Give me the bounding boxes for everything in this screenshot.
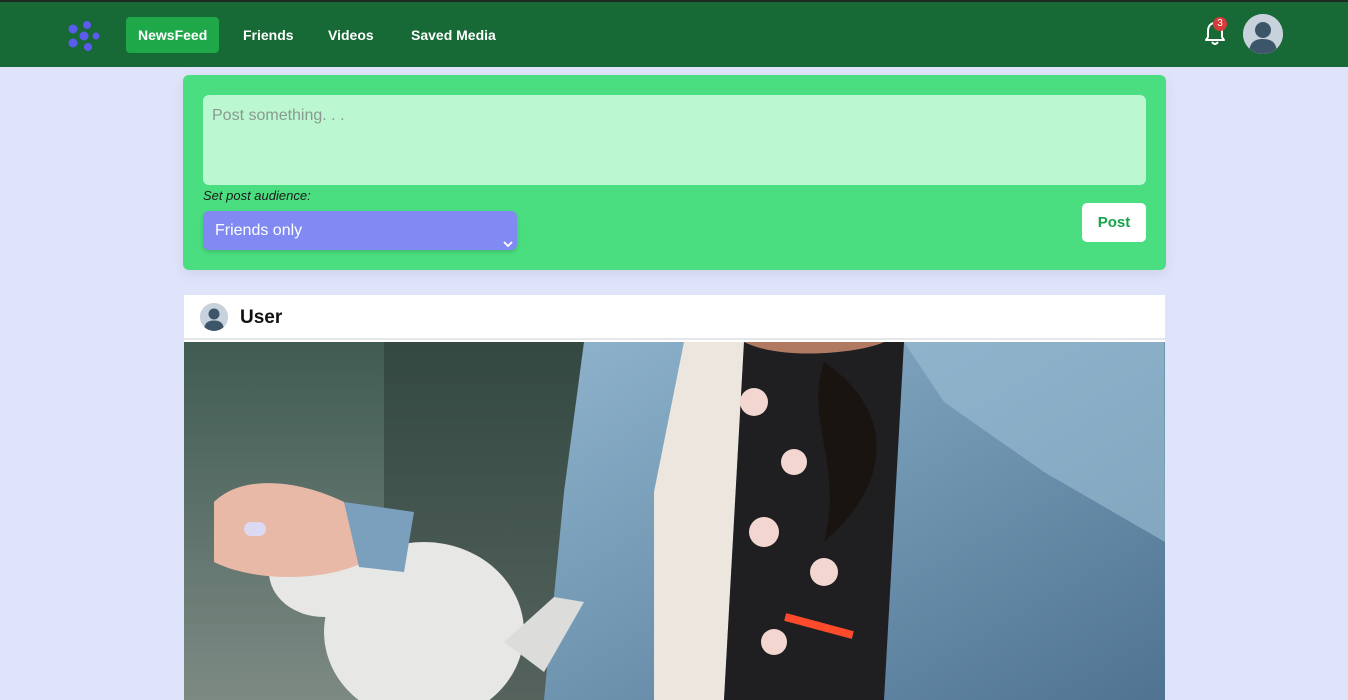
- chevron-down-icon: [503, 225, 513, 248]
- avatar-icon[interactable]: [200, 303, 228, 331]
- audience-select[interactable]: Friends only: [203, 211, 517, 250]
- post-image[interactable]: [184, 342, 1165, 700]
- post-input[interactable]: [203, 95, 1146, 185]
- nav-saved-media[interactable]: Saved Media: [411, 17, 496, 53]
- avatar-icon[interactable]: [1243, 14, 1283, 54]
- nav-newsfeed[interactable]: NewsFeed: [126, 17, 220, 53]
- nav-friends[interactable]: Friends: [243, 17, 294, 53]
- notification-badge: 3: [1213, 17, 1227, 31]
- nav-videos[interactable]: Videos: [328, 17, 374, 53]
- feed-post: User: [184, 295, 1165, 700]
- post-header: User: [184, 295, 1165, 340]
- top-navbar: NewsFeed Friends Videos Saved Media 3: [0, 2, 1348, 67]
- audience-label: Set post audience:: [203, 188, 311, 203]
- post-username[interactable]: User: [240, 307, 282, 329]
- post-button[interactable]: Post: [1082, 203, 1146, 242]
- post-composer: Set post audience: Friends only Post: [183, 75, 1166, 270]
- logo-icon[interactable]: [66, 18, 102, 54]
- audience-select-value: Friends only: [215, 222, 303, 239]
